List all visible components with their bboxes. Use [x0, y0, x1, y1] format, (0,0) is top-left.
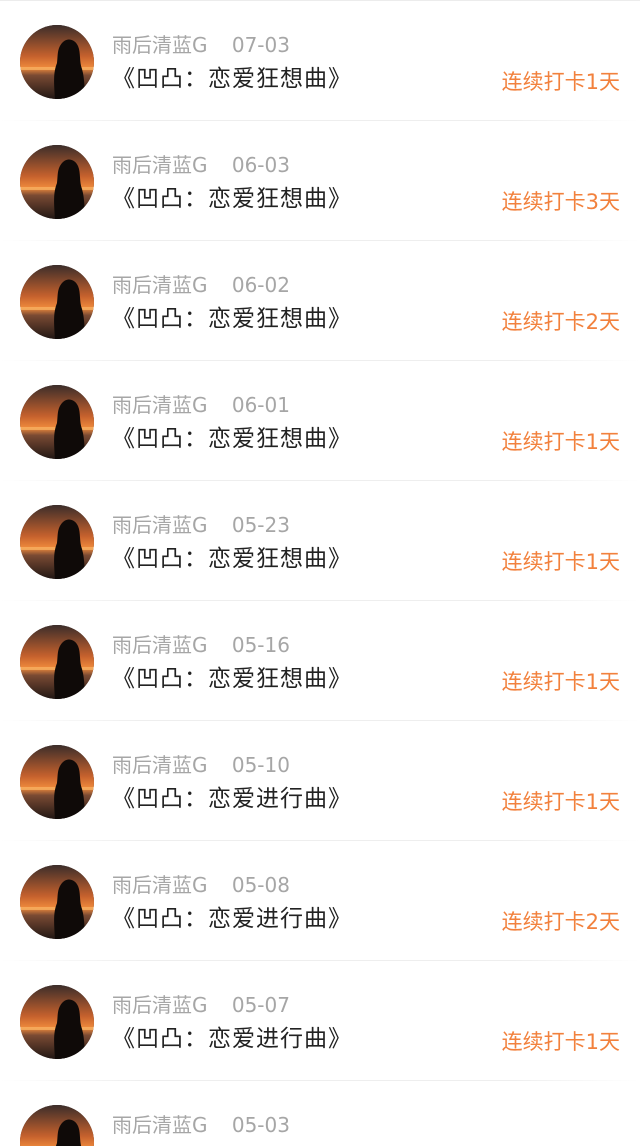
record-meta: 雨后清蓝G 05-08	[112, 873, 290, 897]
record-meta: 雨后清蓝G 07-03	[112, 33, 290, 57]
list-item[interactable]: 雨后清蓝G 05-07 《凹凸：恋爱进行曲》 连续打卡1天	[0, 961, 640, 1081]
list-item[interactable]: 雨后清蓝G 05-08 《凹凸：恋爱进行曲》 连续打卡2天	[0, 841, 640, 961]
record-meta: 雨后清蓝G 06-01	[112, 393, 290, 417]
record-meta: 雨后清蓝G 05-23	[112, 513, 290, 537]
avatar[interactable]	[20, 625, 94, 699]
record-meta: 雨后清蓝G 05-10	[112, 753, 290, 777]
record-date: 06-01	[231, 393, 290, 417]
avatar[interactable]	[20, 505, 94, 579]
streak-label: 连续打卡2天	[501, 310, 620, 334]
user-name[interactable]: 雨后清蓝G	[112, 513, 208, 537]
record-meta: 雨后清蓝G 05-07	[112, 993, 290, 1017]
avatar[interactable]	[20, 865, 94, 939]
user-name[interactable]: 雨后清蓝G	[112, 633, 208, 657]
record-meta: 雨后清蓝G 05-03	[112, 1113, 290, 1137]
user-name[interactable]: 雨后清蓝G	[112, 753, 208, 777]
list-item[interactable]: 雨后清蓝G 05-23 《凹凸：恋爱狂想曲》 连续打卡1天	[0, 481, 640, 601]
record-date: 05-10	[231, 753, 290, 777]
avatar[interactable]	[20, 25, 94, 99]
streak-label: 连续打卡2天	[501, 910, 620, 934]
avatar[interactable]	[20, 745, 94, 819]
book-title[interactable]: 《凹凸：恋爱进行曲》	[112, 784, 352, 814]
list-item[interactable]: 雨后清蓝G 06-02 《凹凸：恋爱狂想曲》 连续打卡2天	[0, 241, 640, 361]
book-title[interactable]: 《凹凸：恋爱狂想曲》	[112, 184, 352, 214]
book-title[interactable]: 《凹凸：恋爱狂想曲》	[112, 544, 352, 574]
user-name[interactable]: 雨后清蓝G	[112, 873, 208, 897]
avatar[interactable]	[20, 385, 94, 459]
user-name[interactable]: 雨后清蓝G	[112, 33, 208, 57]
record-date: 05-23	[231, 513, 290, 537]
record-date: 06-03	[231, 153, 290, 177]
book-title[interactable]: 《凹凸：恋爱进行曲》	[112, 1024, 352, 1054]
user-name[interactable]: 雨后清蓝G	[112, 393, 208, 417]
user-name[interactable]: 雨后清蓝G	[112, 993, 208, 1017]
record-date: 05-03	[231, 1113, 290, 1137]
user-name[interactable]: 雨后清蓝G	[112, 1113, 208, 1137]
streak-label: 连续打卡1天	[501, 430, 620, 454]
record-date: 05-16	[231, 633, 290, 657]
list-item[interactable]: 雨后清蓝G 05-16 《凹凸：恋爱狂想曲》 连续打卡1天	[0, 601, 640, 721]
list-item[interactable]: 雨后清蓝G 05-10 《凹凸：恋爱进行曲》 连续打卡1天	[0, 721, 640, 841]
list-item[interactable]: 雨后清蓝G 05-03	[0, 1081, 640, 1146]
streak-label: 连续打卡1天	[501, 70, 620, 94]
record-date: 07-03	[231, 33, 290, 57]
avatar[interactable]	[20, 1105, 94, 1146]
book-title[interactable]: 《凹凸：恋爱狂想曲》	[112, 64, 352, 94]
streak-label: 连续打卡1天	[501, 550, 620, 574]
user-name[interactable]: 雨后清蓝G	[112, 273, 208, 297]
book-title[interactable]: 《凹凸：恋爱进行曲》	[112, 904, 352, 934]
book-title[interactable]: 《凹凸：恋爱狂想曲》	[112, 304, 352, 334]
avatar[interactable]	[20, 145, 94, 219]
list-item[interactable]: 雨后清蓝G 07-03 《凹凸：恋爱狂想曲》 连续打卡1天	[0, 1, 640, 121]
record-date: 05-08	[231, 873, 290, 897]
streak-label: 连续打卡1天	[501, 790, 620, 814]
record-date: 05-07	[231, 993, 290, 1017]
record-date: 06-02	[231, 273, 290, 297]
list-item[interactable]: 雨后清蓝G 06-03 《凹凸：恋爱狂想曲》 连续打卡3天	[0, 121, 640, 241]
book-title[interactable]: 《凹凸：恋爱狂想曲》	[112, 664, 352, 694]
list-item[interactable]: 雨后清蓝G 06-01 《凹凸：恋爱狂想曲》 连续打卡1天	[0, 361, 640, 481]
record-meta: 雨后清蓝G 06-02	[112, 273, 290, 297]
streak-label: 连续打卡1天	[501, 1030, 620, 1054]
record-meta: 雨后清蓝G 05-16	[112, 633, 290, 657]
avatar[interactable]	[20, 265, 94, 339]
streak-label: 连续打卡3天	[501, 190, 620, 214]
book-title[interactable]: 《凹凸：恋爱狂想曲》	[112, 424, 352, 454]
avatar[interactable]	[20, 985, 94, 1059]
streak-label: 连续打卡1天	[501, 670, 620, 694]
record-meta: 雨后清蓝G 06-03	[112, 153, 290, 177]
user-name[interactable]: 雨后清蓝G	[112, 153, 208, 177]
checkin-record-list: 雨后清蓝G 07-03 《凹凸：恋爱狂想曲》 连续打卡1天 雨后清蓝G 06-0…	[0, 0, 640, 1146]
